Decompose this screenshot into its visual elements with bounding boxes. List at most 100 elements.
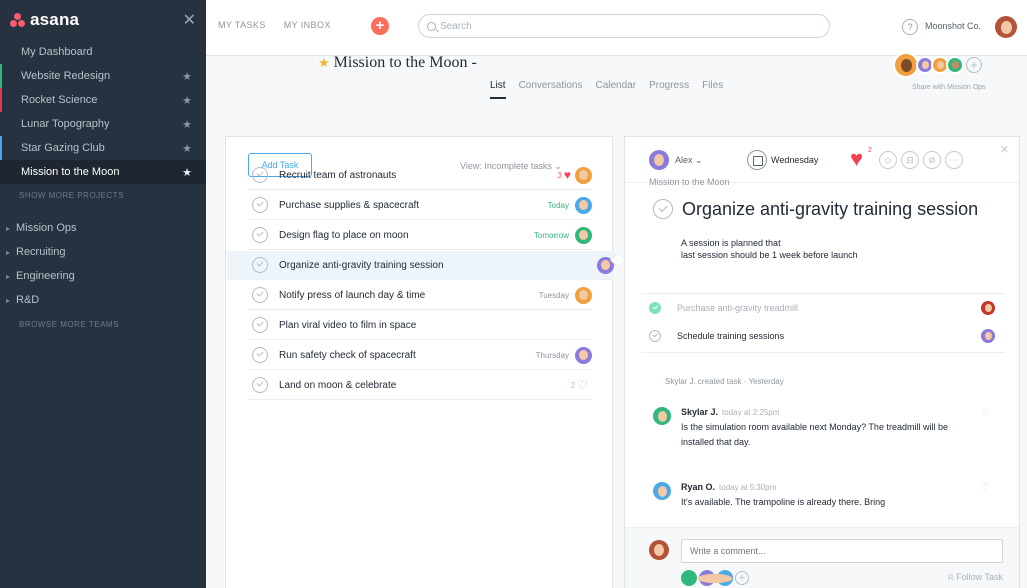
favorite-star-icon[interactable]: ★	[182, 166, 192, 179]
close-sidebar-icon[interactable]: ✕	[183, 10, 196, 30]
task-checkbox[interactable]	[252, 227, 268, 243]
my-tasks-link[interactable]: MY TASKS	[218, 20, 266, 30]
subtask-icon[interactable]: ⊟	[901, 151, 919, 169]
workspace-name[interactable]: Moonshot Co.	[925, 21, 981, 31]
complete-task-checkbox[interactable]	[653, 199, 673, 219]
like-icon[interactable]: ♡	[981, 407, 989, 418]
sidebar-project-item[interactable]: Website Redesign ★	[0, 64, 206, 88]
task-row[interactable]: Design flag to place on moon Tomorrow	[248, 221, 592, 250]
sidebar-project-item[interactable]: Lunar Topography ★	[0, 112, 206, 136]
task-checkbox[interactable]	[252, 197, 268, 213]
favorite-star-icon[interactable]: ★	[182, 70, 192, 83]
project-title[interactable]: ★ Mission to the Moon -	[318, 54, 477, 72]
task-title[interactable]: Organize anti-gravity training session	[682, 199, 978, 220]
tab-files[interactable]: Files	[702, 80, 723, 99]
add-member-icon[interactable]: +	[966, 57, 982, 73]
sidebar-team-label: Recruiting	[16, 246, 66, 258]
task-checkbox[interactable]	[252, 317, 268, 333]
tab-conversations[interactable]: Conversations	[519, 80, 583, 99]
sidebar-team-item[interactable]: ▸ R&D	[0, 288, 206, 312]
search-placeholder: Search	[440, 20, 472, 32]
task-assignee-avatar[interactable]	[575, 346, 592, 364]
favorite-star-icon[interactable]: ★	[182, 118, 192, 131]
tag-icon[interactable]: ◇	[879, 151, 897, 169]
task-name: Land on moon & celebrate	[279, 379, 397, 391]
tab-list[interactable]: List	[490, 80, 506, 99]
help-icon[interactable]: ?	[902, 19, 918, 35]
task-assignee-avatar[interactable]	[575, 166, 592, 184]
task-row[interactable]: Notify press of launch day & time Tuesday	[248, 281, 592, 310]
follower-avatar[interactable]	[698, 570, 733, 586]
sidebar: asana ✕ My Dashboard Website Redesign ★ Ro…	[0, 0, 206, 588]
task-checkbox[interactable]	[252, 257, 268, 273]
task-checkbox[interactable]	[252, 377, 268, 393]
task-likes[interactable]: 2 ♡	[571, 378, 588, 392]
my-inbox-link[interactable]: MY INBOX	[284, 20, 331, 30]
comment-author[interactable]: Ryan O. today at 5:30pm	[681, 482, 776, 492]
due-date-picker[interactable]: Wednesday	[747, 150, 818, 170]
asana-logo[interactable]: asana	[10, 10, 79, 30]
subtask-checkbox[interactable]	[649, 330, 661, 342]
project-menu-dash[interactable]: -	[471, 54, 476, 71]
comment-author[interactable]: Skylar J. today at 2:25pm	[681, 407, 779, 417]
more-icon[interactable]: ⋯	[945, 151, 963, 169]
task-assignee-avatar[interactable]	[575, 196, 592, 214]
sidebar-team-item[interactable]: ▸ Engineering	[0, 264, 206, 288]
task-row[interactable]: Purchase supplies & spacecraft Today	[248, 191, 592, 220]
comment-time: today at 2:25pm	[722, 408, 780, 417]
sidebar-team-item[interactable]: ▸ Mission Ops	[0, 216, 206, 240]
follow-task-button[interactable]: ⍾ Follow Task	[948, 572, 1003, 583]
favorite-star-icon[interactable]: ★	[318, 55, 330, 70]
sidebar-item-label: Lunar Topography	[21, 118, 110, 130]
tab-calendar[interactable]: Calendar	[595, 80, 636, 99]
browse-more-teams-link[interactable]: BROWSE MORE TEAMS	[0, 312, 206, 336]
avatar-face	[984, 304, 992, 313]
task-assignee-avatar[interactable]	[575, 286, 592, 304]
favorite-star-icon[interactable]: ★	[182, 142, 192, 155]
task-assignee-avatar[interactable]	[575, 226, 592, 244]
task-row[interactable]: Land on moon & celebrate 2 ♡	[248, 371, 592, 400]
subtask-assignee-avatar[interactable]	[981, 301, 995, 315]
task-checkbox[interactable]	[252, 287, 268, 303]
due-date-text: Wednesday	[771, 155, 819, 165]
attach-icon[interactable]: ⊘	[923, 151, 941, 169]
close-detail-icon[interactable]: ✕	[1000, 143, 1009, 156]
favorite-star-icon[interactable]: ★	[182, 94, 192, 107]
sidebar-project-item[interactable]: Mission to the Moon ★	[0, 160, 206, 184]
quick-add-button[interactable]: +	[371, 17, 389, 35]
user-avatar[interactable]	[995, 16, 1017, 38]
follower-avatar[interactable]	[681, 570, 732, 586]
task-description[interactable]: A session is planned that last session s…	[681, 237, 858, 261]
assignee-avatar	[649, 150, 669, 170]
subtask-assignee-avatar[interactable]	[981, 329, 995, 343]
like-icon[interactable]: ♡	[981, 482, 989, 493]
task-row[interactable]: Plan viral video to film in space	[248, 311, 592, 340]
sidebar-project-item[interactable]: Star Gazing Club ★	[0, 136, 206, 160]
member-avatar[interactable]	[946, 56, 964, 74]
task-checkbox[interactable]	[252, 167, 268, 183]
comment-author-avatar[interactable]	[653, 407, 671, 425]
description-line: last session should be 1 week before lau…	[681, 250, 858, 260]
subtask-row[interactable]: Schedule training sessions	[641, 322, 1005, 350]
task-row[interactable]: Organize anti-gravity training session	[227, 251, 614, 280]
sidebar-project-item[interactable]: Rocket Science ★	[0, 88, 206, 112]
task-breadcrumb[interactable]: Mission to the Moon	[649, 177, 730, 187]
story-divider	[641, 352, 1005, 353]
avatar-face	[579, 200, 588, 211]
sidebar-team-item[interactable]: ▸ Recruiting	[0, 240, 206, 264]
show-more-projects-link[interactable]: SHOW MORE PROJECTS	[0, 184, 206, 206]
task-likes[interactable]: 3 ♥	[557, 168, 571, 182]
task-row[interactable]: Run safety check of spacecraft Thursday	[248, 341, 592, 370]
assignee-picker[interactable]: Alex ⌄	[649, 150, 703, 170]
subtask-checkbox[interactable]	[649, 302, 661, 314]
comment-author-avatar[interactable]	[653, 482, 671, 500]
add-follower-icon[interactable]: +	[735, 571, 749, 585]
search-box[interactable]: Search	[418, 14, 830, 38]
sidebar-item-dashboard[interactable]: My Dashboard	[0, 40, 206, 64]
tab-progress[interactable]: Progress	[649, 80, 689, 99]
task-row[interactable]: Recruit team of astronauts 3 ♥	[248, 161, 592, 190]
sidebar-team-label: R&D	[16, 294, 40, 306]
comment-input[interactable]	[681, 539, 1003, 563]
subtask-row[interactable]: Purchase anti-gravity treadmill	[641, 294, 1005, 322]
task-checkbox[interactable]	[252, 347, 268, 363]
